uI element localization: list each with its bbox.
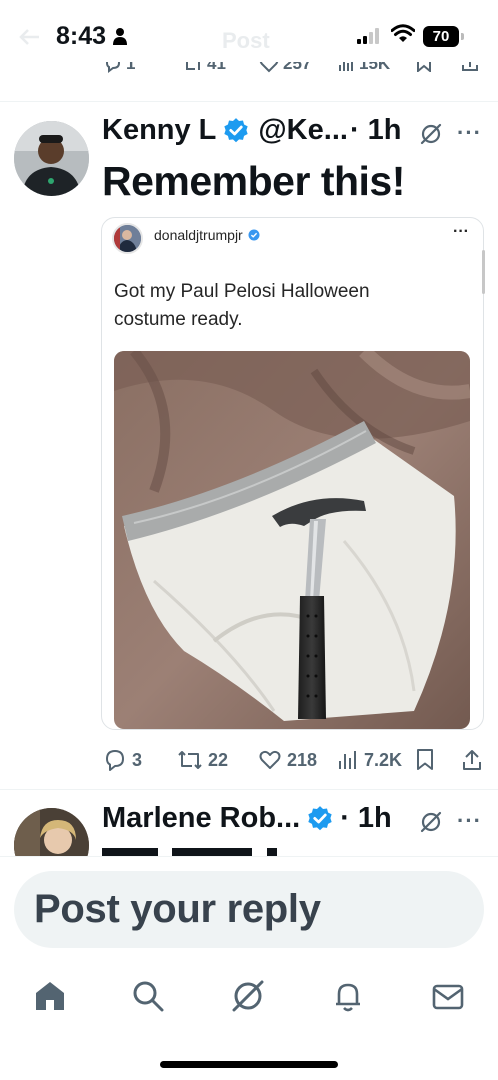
- home-indicator[interactable]: [160, 1061, 338, 1068]
- repost-icon: [178, 751, 202, 769]
- grok-icon[interactable]: [230, 978, 266, 1019]
- reply-count: 3: [132, 749, 143, 770]
- status-time: 8:43: [56, 22, 107, 50]
- reply-composer: Post your reply: [0, 856, 498, 1080]
- repost-count: 22: [208, 749, 229, 770]
- divider: [0, 789, 498, 790]
- cellular-signal-icon: [357, 28, 381, 49]
- notifications-icon[interactable]: [330, 978, 366, 1019]
- tweet-media[interactable]: donaldjtrumpjr ··· Got my Paul Pelosi Ha…: [101, 217, 484, 730]
- search-icon[interactable]: [130, 978, 166, 1019]
- views-button[interactable]: 7.2K: [337, 748, 402, 772]
- next-author-name[interactable]: Marlene Rob...: [102, 802, 300, 835]
- embed-caption: Got my Paul Pelosi Halloween costume rea…: [114, 281, 370, 330]
- reply-icon: [106, 750, 124, 771]
- prev-views-button[interactable]: 15K: [337, 62, 390, 74]
- avatar[interactable]: [14, 121, 89, 196]
- verified-badge-icon: [222, 117, 250, 145]
- embed-username-row: donaldjtrumpjr: [154, 227, 260, 243]
- heart-icon: [259, 750, 281, 769]
- focus-person-icon: [112, 27, 128, 50]
- tweet-header: Kenny L @Ke... · 1h: [102, 114, 402, 147]
- reply-input[interactable]: Post your reply: [14, 871, 484, 948]
- battery-nub: [461, 33, 464, 40]
- prev-bookmark-icon[interactable]: [416, 62, 432, 72]
- next-tweet-time: · 1h: [340, 802, 392, 834]
- like-button[interactable]: 218: [258, 748, 317, 772]
- previous-tweet-actions: 1 41 257 15K: [0, 62, 498, 84]
- grok-icon[interactable]: [419, 810, 443, 839]
- messages-icon[interactable]: [430, 978, 466, 1019]
- prev-repost-button[interactable]: 41: [183, 62, 226, 74]
- home-icon[interactable]: [32, 978, 68, 1019]
- grok-icon[interactable]: [419, 122, 443, 151]
- repost-button[interactable]: 22: [177, 748, 228, 772]
- reply-placeholder: Post your reply: [34, 887, 321, 931]
- author-name[interactable]: Kenny L: [102, 114, 216, 147]
- scrollbar[interactable]: [482, 250, 485, 294]
- reply-button[interactable]: 3: [103, 748, 142, 772]
- prev-reply-button[interactable]: 1: [104, 62, 135, 74]
- embed-avatar: [112, 223, 143, 254]
- prev-repost-count: 41: [207, 62, 226, 73]
- divider: [0, 101, 498, 102]
- views-count: 7.2K: [364, 749, 403, 770]
- prev-views-count: 15K: [359, 62, 391, 73]
- page-title: Post: [222, 28, 270, 53]
- next-tweet-header: Marlene Rob... · 1h: [102, 802, 392, 835]
- views-icon: [339, 751, 356, 769]
- embed-more-icon: ···: [453, 223, 469, 240]
- more-options-icon[interactable]: ···: [457, 120, 482, 146]
- tweet-text: Remember this!: [102, 158, 405, 204]
- tweet-actions: 3 22 218 7.2K: [0, 748, 498, 778]
- share-icon[interactable]: [461, 748, 483, 772]
- embed-verified-icon: [248, 229, 260, 241]
- prev-like-button[interactable]: 257: [259, 62, 311, 74]
- bookmark-icon[interactable]: [416, 748, 434, 772]
- tweet-time: · 1h: [349, 114, 402, 146]
- like-count: 218: [287, 749, 318, 770]
- more-options-icon[interactable]: ···: [457, 808, 482, 834]
- prev-like-count: 257: [283, 62, 312, 73]
- prev-share-icon[interactable]: [461, 62, 479, 72]
- prev-reply-count: 1: [126, 62, 136, 73]
- author-handle[interactable]: @Ke...: [258, 114, 348, 147]
- embed-username: donaldjtrumpjr: [154, 227, 243, 243]
- verified-badge-icon: [306, 805, 334, 833]
- back-arrow-icon[interactable]: [18, 28, 40, 51]
- embed-photo: [114, 351, 470, 729]
- next-tweet-text-cutoff: [102, 848, 302, 856]
- battery-icon: 70: [423, 26, 459, 47]
- wifi-icon: [390, 24, 416, 49]
